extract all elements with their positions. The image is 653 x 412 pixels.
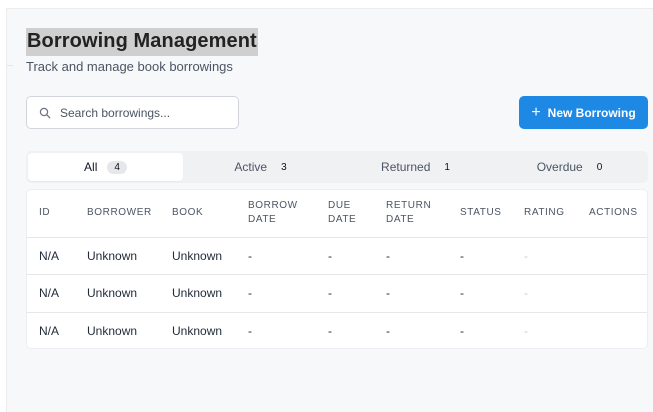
cell-id: N/A <box>27 274 75 313</box>
table-row[interactable]: N/A Unknown Unknown - - - - - <box>27 237 647 275</box>
tab-label: Returned <box>381 160 431 174</box>
cell-return-date: - <box>374 274 448 313</box>
cell-book: Unknown <box>160 274 236 313</box>
table-row[interactable]: N/A Unknown Unknown - - - - - <box>27 312 647 348</box>
cell-due-date: - <box>316 274 374 313</box>
cell-id: N/A <box>39 324 60 338</box>
column-header-actions: ACTIONS <box>577 190 647 238</box>
cell-book: Unknown <box>172 324 223 338</box>
column-header-due-date[interactable]: DUE DATE <box>316 190 374 238</box>
cell-book: Unknown <box>160 237 236 275</box>
cell-borrower: Unknown <box>87 324 138 338</box>
tab-count-badge: 3 <box>281 161 287 173</box>
cell-borrow-date: - <box>248 324 252 338</box>
cell-actions <box>577 237 647 275</box>
table-row[interactable]: N/A Unknown Unknown - - - - - <box>27 274 647 313</box>
page-title: Borrowing Management <box>27 30 257 52</box>
status-tabs: All 4 Active 3 Returned 1 Overdue 0 <box>26 151 648 183</box>
tab-overdue[interactable]: Overdue 0 <box>493 153 646 181</box>
cell-rating: - <box>512 237 577 275</box>
column-header-return-date[interactable]: RETURN DATE <box>374 190 448 238</box>
cell-status: - <box>448 274 512 313</box>
cell-rating: - <box>512 274 577 313</box>
tab-label: All <box>84 160 98 174</box>
page-title-wrapper: Borrowing Management <box>26 28 258 56</box>
column-header-borrow-date[interactable]: BORROW DATE <box>236 190 316 238</box>
cell-borrow-date: - <box>236 274 316 313</box>
borrowings-table-card: ID BORROWER BOOK BORROW DATE DUE DATE RETU… <box>26 189 648 349</box>
cell-status: - <box>460 324 464 338</box>
column-header-status[interactable]: STATUS <box>448 190 512 238</box>
new-borrowing-button[interactable]: + New Borrowing <box>519 96 648 129</box>
tab-count-badge: 1 <box>444 161 450 173</box>
column-header-book[interactable]: BOOK <box>160 190 236 238</box>
search-input[interactable] <box>60 105 220 120</box>
page-container: Borrowing Management Track and manage bo… <box>6 8 653 412</box>
cell-borrower: Unknown <box>75 274 160 313</box>
tab-label: Active <box>234 160 268 174</box>
cell-borrower: Unknown <box>75 237 160 275</box>
page-subtitle: Track and manage book borrowings <box>26 59 233 74</box>
tab-count-badge: 4 <box>107 160 127 174</box>
cell-due-date: - <box>316 237 374 275</box>
tab-label: Overdue <box>536 160 583 174</box>
cell-return-date: - <box>386 324 390 338</box>
cell-status: - <box>448 237 512 275</box>
cell-actions <box>577 274 647 313</box>
cell-borrow-date: - <box>236 237 316 275</box>
cell-due-date: - <box>328 324 332 338</box>
tab-all[interactable]: All 4 <box>28 153 183 181</box>
plus-icon: + <box>531 103 541 121</box>
column-header-rating[interactable]: RATING <box>512 190 577 238</box>
tab-count-badge: 0 <box>596 161 603 173</box>
tab-returned[interactable]: Returned 1 <box>338 153 493 181</box>
borrowings-table: ID BORROWER BOOK BORROW DATE DUE DATE RETU… <box>27 190 647 348</box>
column-header-borrower[interactable]: BORROWER <box>75 190 160 238</box>
cell-return-date: - <box>374 237 448 275</box>
cell-actions <box>577 312 647 348</box>
search-box[interactable] <box>26 96 239 129</box>
tab-active[interactable]: Active 3 <box>183 153 338 181</box>
column-header-id[interactable]: ID <box>27 190 75 238</box>
new-borrowing-label: New Borrowing <box>547 105 636 120</box>
divider <box>7 65 13 66</box>
search-icon <box>39 107 51 118</box>
cell-id: N/A <box>27 237 75 275</box>
table-header-row: ID BORROWER BOOK BORROW DATE DUE DATE RETU… <box>27 190 647 238</box>
cell-rating: - <box>524 324 528 338</box>
